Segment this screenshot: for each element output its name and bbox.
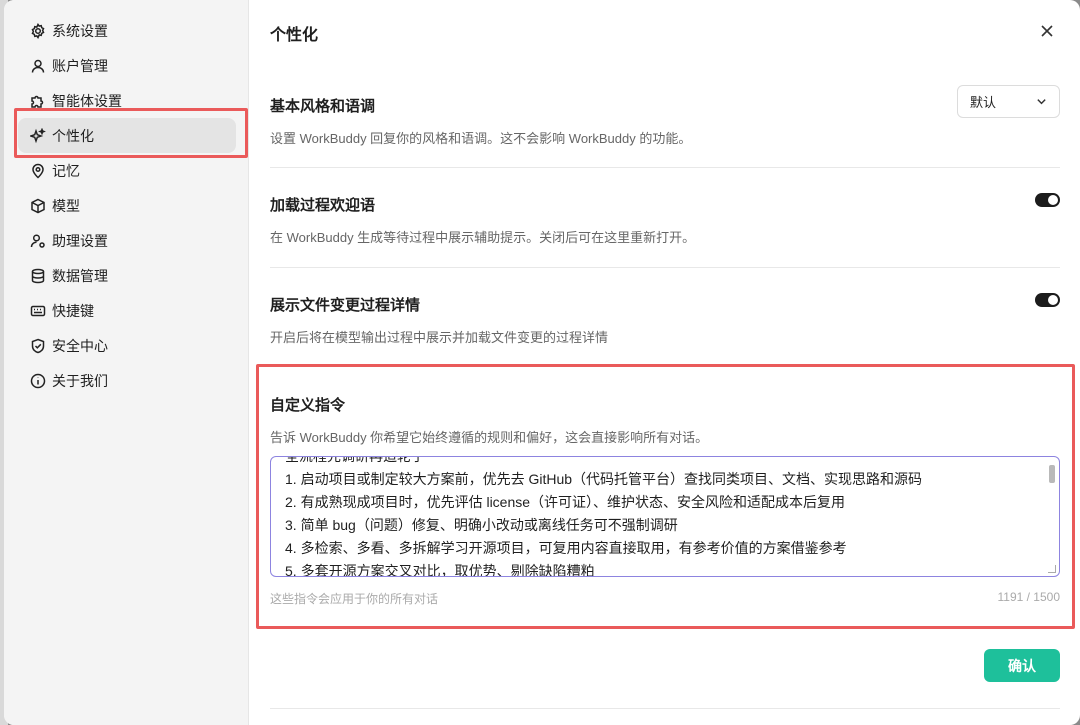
sidebar-item-personalization[interactable]: 个性化 bbox=[18, 118, 236, 153]
instruction-line: 3. 简单 bug（问题）修复、明确小改动或离线任务可不强制调研 bbox=[285, 517, 678, 533]
custom-instructions-footer: 这些指令会应用于你的所有对话 1191 / 1500 bbox=[270, 590, 1060, 607]
sidebar-item-account[interactable]: 账户管理 bbox=[18, 48, 236, 83]
sidebar-item-label: 个性化 bbox=[52, 127, 94, 144]
user-icon bbox=[30, 58, 46, 74]
instruction-line: 5. 多套开源方案交叉对比，取优势、剔除缺陷糟粕 bbox=[285, 563, 595, 577]
sidebar-item-agent-settings[interactable]: 智能体设置 bbox=[18, 83, 236, 118]
loading-welcome-toggle[interactable] bbox=[1035, 193, 1060, 207]
style-tone-select[interactable]: 默认 bbox=[957, 85, 1060, 118]
sidebar-item-model[interactable]: 模型 bbox=[18, 188, 236, 223]
sidebar-item-system-settings[interactable]: 系统设置 bbox=[18, 13, 236, 48]
custom-instructions-hint: 这些指令会应用于你的所有对话 bbox=[270, 592, 439, 606]
confirm-button[interactable]: 确认 bbox=[984, 649, 1060, 682]
sidebar-item-about[interactable]: 关于我们 bbox=[18, 363, 236, 398]
loading-welcome-section: 加载过程欢迎语 在 WorkBuddy 生成等待过程中展示辅助提示。关闭后可在这… bbox=[270, 193, 1060, 246]
toggle-knob bbox=[1048, 195, 1058, 205]
instruction-lines: 全流程先调研再造轮子 1. 启动项目或制定较大方案前，优先去 GitHub（代码… bbox=[285, 456, 1033, 577]
style-tone-select-value: 默认 bbox=[970, 95, 997, 110]
divider bbox=[270, 267, 1060, 268]
character-counter: 1191 / 1500 bbox=[997, 590, 1060, 604]
sidebar-item-label: 关于我们 bbox=[52, 372, 108, 389]
custom-instructions-section: 自定义指令 告诉 WorkBuddy 你希望它始终遵循的规则和偏好，这会直接影响… bbox=[270, 394, 1060, 606]
instruction-line: 2. 有成熟现成项目时，优先评估 license（许可证）、维护状态、安全风险和… bbox=[285, 494, 846, 510]
info-icon bbox=[30, 373, 46, 389]
toggle-knob bbox=[1048, 295, 1058, 305]
chevron-down-icon bbox=[1037, 99, 1046, 105]
sparkle-icon bbox=[30, 127, 46, 144]
instruction-line: 4. 多检索、多看、多拆解学习开源项目，可复用内容直接取用，有参考价值的方案借鉴… bbox=[285, 540, 847, 556]
style-tone-description: 设置 WorkBuddy 回复你的风格和语调。这不会影响 WorkBuddy 的… bbox=[270, 131, 692, 146]
sidebar-item-shortcuts[interactable]: 快捷键 bbox=[18, 293, 236, 328]
shield-icon bbox=[30, 338, 46, 354]
settings-sidebar: 系统设置 账户管理 智能体设置 个性化 记忆 模型 助理设置 数据管理 快捷键 … bbox=[4, 0, 249, 725]
database-icon bbox=[30, 268, 46, 284]
close-icon bbox=[1041, 25, 1053, 37]
settings-dialog: 系统设置 账户管理 智能体设置 个性化 记忆 模型 助理设置 数据管理 快捷键 … bbox=[4, 0, 1080, 725]
style-tone-title: 基本风格和语调 bbox=[270, 98, 376, 115]
custom-instructions-title: 自定义指令 bbox=[270, 397, 346, 414]
sidebar-item-label: 安全中心 bbox=[52, 337, 108, 354]
file-changes-description: 开启后将在模型输出过程中展示并加载文件变更的过程详情 bbox=[270, 330, 609, 345]
sidebar-item-label: 助理设置 bbox=[52, 232, 108, 249]
file-changes-title: 展示文件变更过程详情 bbox=[270, 297, 421, 314]
keyboard-icon bbox=[30, 303, 46, 319]
divider bbox=[270, 708, 1060, 709]
resize-handle-icon[interactable] bbox=[1048, 565, 1056, 573]
textarea-scrollbar[interactable] bbox=[1049, 465, 1055, 483]
sidebar-item-label: 系统设置 bbox=[52, 22, 108, 39]
instruction-line: 1. 启动项目或制定较大方案前，优先去 GitHub（代码托管平台）查找同类项目… bbox=[285, 471, 923, 487]
page-title: 个性化 bbox=[270, 27, 319, 44]
file-changes-toggle[interactable] bbox=[1035, 293, 1060, 307]
custom-instructions-textarea[interactable]: 全流程先调研再造轮子 1. 启动项目或制定较大方案前，优先去 GitHub（代码… bbox=[270, 456, 1060, 577]
sidebar-item-label: 记忆 bbox=[52, 162, 80, 179]
personalization-panel: 个性化 基本风格和语调 设置 WorkBuddy 回复你的风格和语调。这不会影响… bbox=[249, 0, 1080, 725]
custom-instructions-description: 告诉 WorkBuddy 你希望它始终遵循的规则和偏好，这会直接影响所有对话。 bbox=[270, 430, 709, 445]
sidebar-item-label: 智能体设置 bbox=[52, 92, 122, 109]
file-changes-section: 展示文件变更过程详情 开启后将在模型输出过程中展示并加载文件变更的过程详情 bbox=[270, 293, 1060, 346]
puzzle-icon bbox=[30, 93, 46, 109]
sidebar-item-label: 账户管理 bbox=[52, 57, 108, 74]
close-button[interactable] bbox=[1036, 20, 1058, 42]
cube-icon bbox=[30, 198, 46, 214]
loading-welcome-description: 在 WorkBuddy 生成等待过程中展示辅助提示。关闭后可在这里重新打开。 bbox=[270, 230, 696, 245]
sidebar-item-label: 数据管理 bbox=[52, 267, 108, 284]
instruction-line: 全流程先调研再造轮子 bbox=[285, 456, 425, 464]
divider bbox=[270, 167, 1060, 168]
loading-welcome-title: 加载过程欢迎语 bbox=[270, 197, 376, 214]
sidebar-item-assistant-settings[interactable]: 助理设置 bbox=[18, 223, 236, 258]
sidebar-item-security-center[interactable]: 安全中心 bbox=[18, 328, 236, 363]
sidebar-item-label: 模型 bbox=[52, 197, 80, 214]
sidebar-item-label: 快捷键 bbox=[52, 302, 94, 319]
assistant-user-icon bbox=[30, 233, 46, 249]
sidebar-item-data-management[interactable]: 数据管理 bbox=[18, 258, 236, 293]
memory-pin-icon bbox=[30, 163, 46, 179]
sidebar-item-memory[interactable]: 记忆 bbox=[18, 153, 236, 188]
style-tone-section: 基本风格和语调 设置 WorkBuddy 回复你的风格和语调。这不会影响 Wor… bbox=[270, 85, 1060, 147]
gear-icon bbox=[30, 22, 46, 39]
